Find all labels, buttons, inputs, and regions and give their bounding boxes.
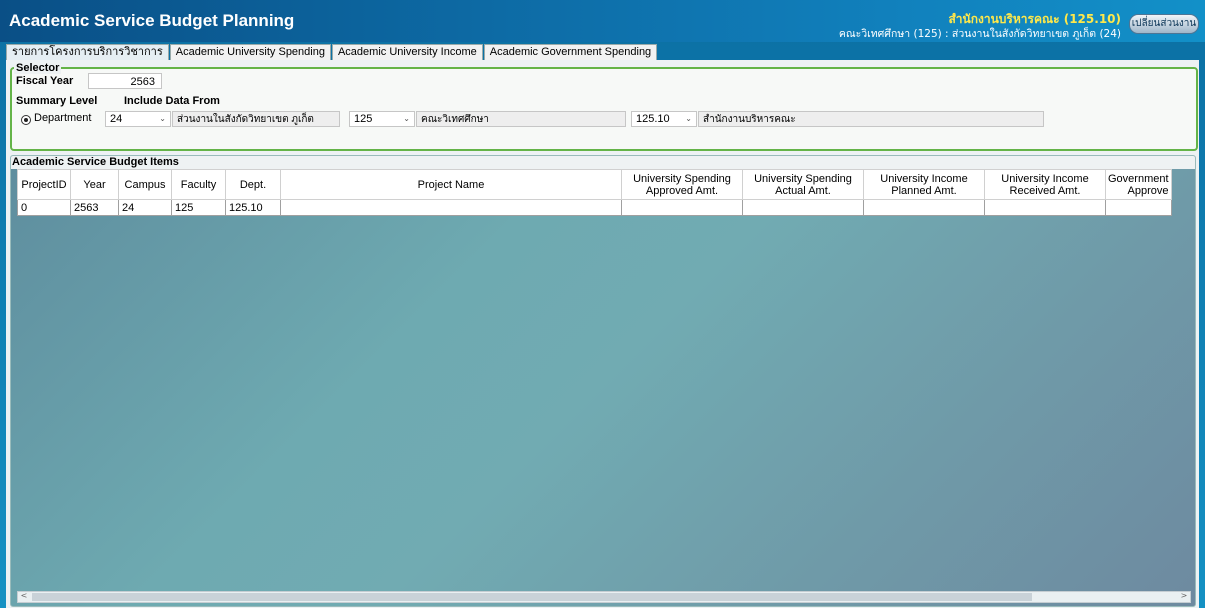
department-code: 125.10 (636, 113, 670, 125)
column-header-campus[interactable]: Campus (118, 169, 172, 200)
header-line: Actual Amt. (775, 184, 831, 197)
table-row[interactable]: 0 2563 24 125 125.10 (17, 199, 1172, 216)
cell-projectid[interactable]: 0 (17, 199, 71, 216)
column-header-ui-planned[interactable]: University Income Planned Amt. (863, 169, 985, 200)
tab-university-income[interactable]: Academic University Income (331, 44, 483, 60)
cell-ui-planned[interactable] (863, 199, 985, 216)
cell-faculty[interactable]: 125 (171, 199, 226, 216)
column-header-year[interactable]: Year (70, 169, 119, 200)
budget-items-legend: Academic Service Budget Items (11, 156, 1195, 169)
campus-code: 24 (110, 113, 123, 125)
context-subtitle: คณะวิเทศศึกษา (125) : ส่วนงานในสังกัดวิท… (838, 28, 1121, 40)
summary-level-label: Summary Level (16, 95, 98, 107)
department-dropdown[interactable]: 125.10 ⌄ (631, 111, 697, 127)
budget-items-table: ProjectID Year Campus Faculty Dept. Proj… (17, 169, 1172, 216)
column-header-dept[interactable]: Dept. (225, 169, 281, 200)
tab-government-spending[interactable]: Academic Government Spending (483, 44, 658, 60)
tab-bar: รายการโครงการบริการวิชาการ Academic Univ… (6, 44, 658, 60)
app-title: Academic Service Budget Planning (9, 11, 295, 30)
switch-unit-button[interactable]: เปลี่ยนส่วนงาน (1129, 14, 1199, 34)
column-header-us-actual[interactable]: University Spending Actual Amt. (742, 169, 864, 200)
chevron-down-icon: ⌄ (403, 114, 410, 123)
column-header-gov-approved[interactable]: Government Approve (1105, 169, 1172, 200)
cell-campus[interactable]: 24 (118, 199, 172, 216)
column-header-ui-received[interactable]: University Income Received Amt. (984, 169, 1106, 200)
header-line: University Income (1001, 172, 1089, 185)
faculty-name-field: คณะวิเทศศึกษา (416, 111, 626, 127)
column-header-faculty[interactable]: Faculty (171, 169, 226, 200)
scrollbar-thumb[interactable] (32, 593, 1032, 601)
table-header-row: ProjectID Year Campus Faculty Dept. Proj… (17, 169, 1172, 200)
selector-group: Selector Fiscal Year 2563 Summary Level … (10, 62, 1198, 151)
fiscal-year-label: Fiscal Year (16, 75, 74, 87)
chevron-down-icon: ⌄ (685, 114, 692, 123)
faculty-code: 125 (354, 113, 373, 125)
header-line: Government (1108, 172, 1169, 185)
cell-project-name[interactable] (280, 199, 622, 216)
header-line: University Spending (754, 172, 852, 185)
header-line: Planned Amt. (891, 184, 957, 197)
cell-ui-received[interactable] (984, 199, 1106, 216)
cell-us-approved[interactable] (621, 199, 743, 216)
column-header-projectid[interactable]: ProjectID (17, 169, 71, 200)
campus-dropdown[interactable]: 24 ⌄ (105, 111, 171, 127)
cell-gov-approved[interactable] (1105, 199, 1172, 216)
cell-year[interactable]: 2563 (70, 199, 119, 216)
column-header-project-name[interactable]: Project Name (280, 169, 622, 200)
selector-legend: Selector (14, 62, 62, 74)
horizontal-scrollbar[interactable]: < > (17, 591, 1191, 603)
app-header: Academic Service Budget Planning สำนักงา… (0, 0, 1205, 42)
header-line: Received Amt. (1009, 184, 1081, 197)
campus-name-field: ส่วนงานในสังกัดวิทยาเขต ภูเก็ต (172, 111, 340, 127)
department-name-field: สำนักงานบริหารคณะ (698, 111, 1044, 127)
department-radio[interactable] (21, 115, 31, 125)
header-line: Approved Amt. (645, 184, 719, 197)
budget-items-group: Academic Service Budget Items ProjectID … (10, 155, 1196, 607)
cell-dept[interactable]: 125.10 (225, 199, 281, 216)
header-line: University Spending (633, 172, 731, 185)
scroll-right-icon[interactable]: > (1178, 591, 1190, 601)
header-line: Approve (1127, 184, 1169, 197)
column-header-us-approved[interactable]: University Spending Approved Amt. (621, 169, 743, 200)
fiscal-year-input[interactable]: 2563 (88, 73, 162, 89)
scroll-left-icon[interactable]: < (18, 591, 30, 601)
faculty-dropdown[interactable]: 125 ⌄ (349, 111, 415, 127)
department-radio-label: Department (34, 112, 92, 124)
header-line: University Income (880, 172, 968, 185)
content-panel: Selector Fiscal Year 2563 Summary Level … (6, 60, 1199, 608)
chevron-down-icon: ⌄ (159, 114, 166, 123)
cell-us-actual[interactable] (742, 199, 864, 216)
include-data-label: Include Data From (124, 95, 220, 107)
tab-project-list[interactable]: รายการโครงการบริการวิชาการ (6, 44, 169, 60)
tab-university-spending[interactable]: Academic University Spending (169, 44, 331, 60)
